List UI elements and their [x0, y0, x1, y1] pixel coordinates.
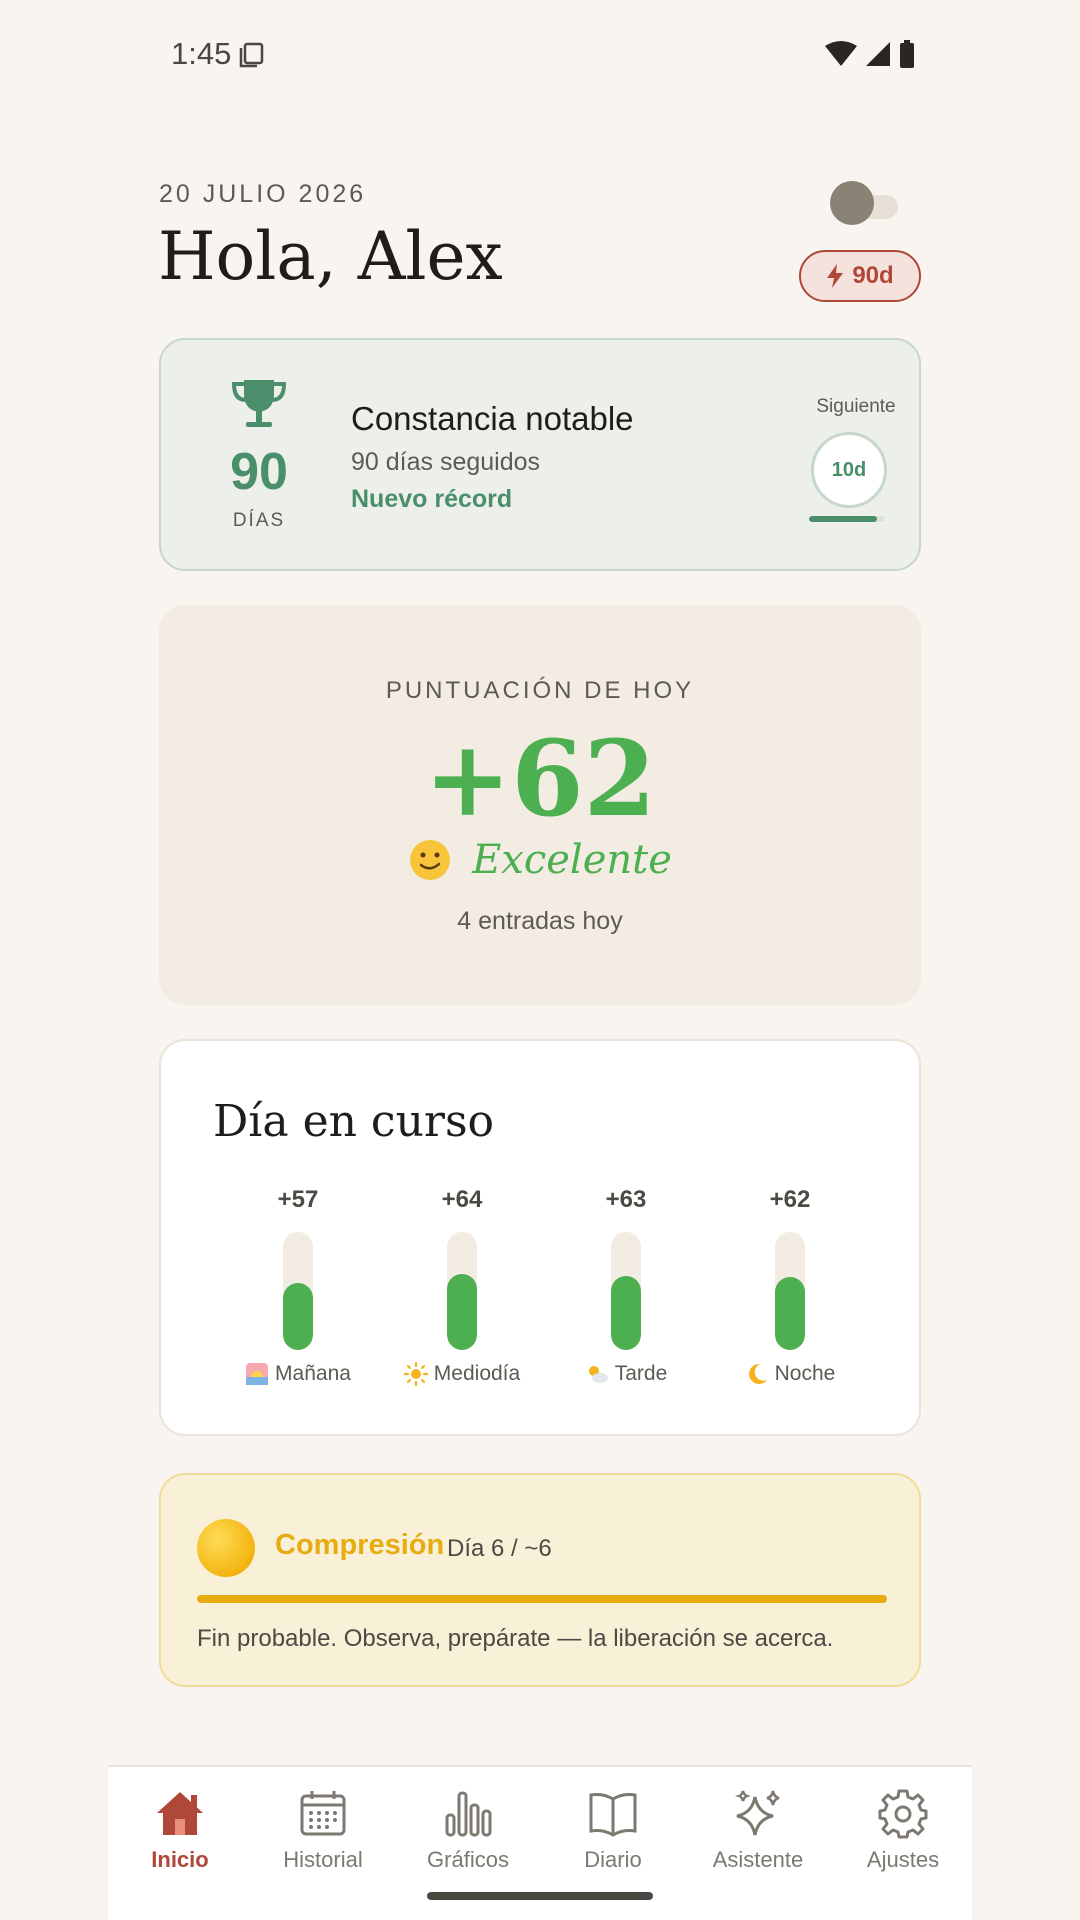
score-value: +62	[424, 717, 656, 840]
period-morning[interactable]: +57 Mañana	[223, 1186, 373, 1386]
phase-description: Fin probable. Observa, prepárate — la li…	[197, 1625, 834, 1652]
status-bar: 1:45	[0, 0, 1080, 110]
period-bar	[775, 1232, 805, 1350]
next-milestone-progress	[809, 516, 885, 522]
next-milestone-value: 10d	[831, 458, 867, 481]
home-icon	[157, 1792, 203, 1835]
period-label: Noche	[774, 1362, 836, 1385]
entries-count: 4 entradas hoy	[457, 907, 623, 935]
score-label: PUNTUACIÓN DE HOY	[385, 677, 695, 704]
trophy-icon	[231, 380, 287, 427]
toggle-knob	[830, 181, 874, 225]
calendar-icon	[300, 1791, 346, 1836]
period-bar-fill	[447, 1274, 477, 1350]
wifi-icon	[825, 41, 857, 66]
period-bar	[283, 1232, 313, 1350]
period-bar-fill	[611, 1275, 641, 1350]
achievement-card[interactable]: 90 DÍAS Constancia notable 90 días segui…	[159, 338, 921, 571]
score-mood-label: Excelente	[472, 837, 672, 883]
period-label: Mañana	[275, 1362, 351, 1385]
phase-progress	[197, 1595, 887, 1603]
period-label: Tarde	[614, 1362, 668, 1385]
sparkles-icon	[735, 1790, 780, 1836]
battery-icon	[900, 40, 914, 68]
phase-title: Compresión	[275, 1529, 445, 1561]
phase-progress-fill	[197, 1595, 887, 1603]
next-milestone-ring: 10d	[811, 432, 887, 508]
score-mood: Excelente	[159, 837, 921, 883]
nav-label: Inicio	[151, 1847, 209, 1872]
lightning-icon	[827, 264, 844, 288]
period-noon[interactable]: +64 Mediodía	[387, 1186, 537, 1386]
bar-chart-icon	[445, 1791, 492, 1837]
nav-label: Gráficos	[427, 1847, 509, 1872]
period-value: +62	[769, 1186, 811, 1213]
streak-badge-label: 90d	[852, 262, 894, 289]
period-bar-fill	[283, 1282, 313, 1350]
period-value: +57	[277, 1186, 319, 1213]
period-afternoon[interactable]: +63 Tarde	[551, 1186, 701, 1386]
sunrise-icon	[246, 1363, 269, 1385]
screenshot-icon	[239, 42, 264, 68]
period-bar	[611, 1232, 641, 1350]
day-progress-card: Día en curso +57 Mañana +64 Mediodía +63…	[159, 1039, 921, 1436]
dark-mode-toggle[interactable]	[830, 181, 898, 225]
phase-day: Día 6 / ~6	[447, 1535, 552, 1562]
streak-days-label: DÍAS	[232, 510, 286, 531]
nav-item-graficos[interactable]: Gráficos	[398, 1787, 538, 1873]
nav-label: Diario	[584, 1847, 642, 1872]
moon-icon	[748, 1363, 767, 1384]
nav-label: Ajustes	[866, 1847, 940, 1872]
phase-card[interactable]: Compresión Día 6 / ~6 Fin probable. Obse…	[159, 1473, 921, 1687]
nav-item-diario[interactable]: Diario	[543, 1787, 683, 1873]
today-score-card: PUNTUACIÓN DE HOY +62 Excelente 4 entrad…	[159, 605, 921, 1005]
period-value: +64	[441, 1186, 483, 1213]
next-milestone-label: Siguiente	[816, 396, 896, 417]
smiley-face-icon	[410, 840, 451, 880]
streak-badge[interactable]: 90d	[799, 250, 921, 302]
status-icons	[825, 40, 915, 68]
greeting-title: Hola, Alex	[158, 218, 503, 295]
period-night[interactable]: +62 Noche	[715, 1186, 865, 1386]
nav-label: Asistente	[712, 1847, 804, 1872]
period-value: +63	[605, 1186, 647, 1213]
home-indicator[interactable]	[427, 1892, 653, 1900]
achievement-subtitle: 90 días seguidos	[351, 448, 541, 476]
gear-icon	[878, 1789, 928, 1839]
day-progress-title: Día en curso	[213, 1096, 495, 1147]
next-milestone-progress-fill	[809, 516, 878, 522]
record-label: Nuevo récord	[351, 485, 513, 513]
book-icon	[589, 1793, 637, 1837]
period-bar	[447, 1232, 477, 1350]
nav-item-ajustes[interactable]: Ajustes	[833, 1787, 973, 1873]
signal-icon	[866, 42, 890, 66]
nav-label: Historial	[283, 1847, 363, 1872]
sun-icon	[403, 1362, 428, 1386]
period-bar-fill	[775, 1276, 805, 1350]
nav-item-inicio[interactable]: Inicio	[110, 1787, 250, 1873]
yellow-circle-icon	[197, 1519, 255, 1577]
current-date: 20 JULIO 2026	[159, 180, 367, 208]
period-label: Mediodía	[433, 1362, 521, 1385]
streak-days-count: 90	[230, 443, 288, 501]
nav-item-historial[interactable]: Historial	[253, 1787, 393, 1873]
achievement-title: Constancia notable	[351, 400, 634, 437]
status-time: 1:45	[171, 36, 232, 71]
nav-item-asistente[interactable]: Asistente	[688, 1787, 828, 1873]
sun-cloud-icon	[588, 1366, 608, 1383]
